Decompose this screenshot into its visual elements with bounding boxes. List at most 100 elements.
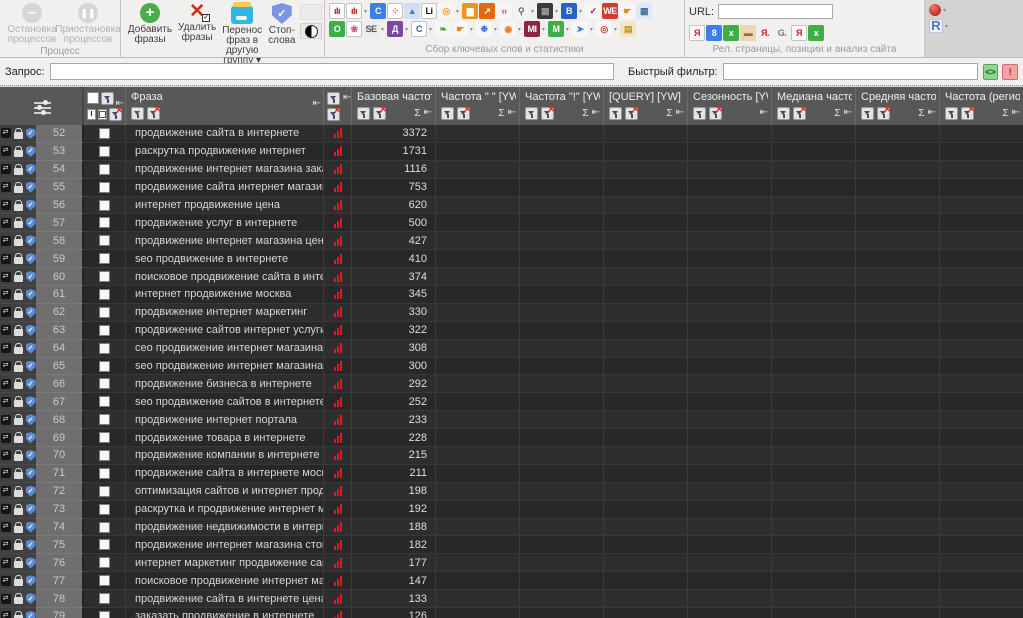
chevron-down-icon[interactable]: ▾ — [468, 26, 475, 33]
lock-icon[interactable] — [13, 288, 23, 300]
search-icon[interactable]: ⚲ ▾ — [513, 3, 536, 19]
trend-cell[interactable] — [324, 464, 352, 483]
yandex-page-icon[interactable]: Я — [689, 25, 705, 41]
shield-icon[interactable]: ✓ — [25, 145, 36, 157]
megaindex-icon[interactable]: M ▾ — [548, 21, 571, 37]
filter-icon[interactable] — [945, 106, 958, 120]
move-row-icon[interactable]: ⇄ — [0, 378, 11, 389]
lock-icon[interactable] — [13, 199, 23, 211]
phrase-cell[interactable]: продвижение сайта в интернете москва — [126, 464, 324, 483]
lock-icon[interactable] — [13, 271, 23, 283]
sum-icon[interactable]: Σ — [666, 108, 672, 119]
shield-icon[interactable]: ✓ — [25, 199, 36, 211]
move-row-icon[interactable]: ⇄ — [0, 271, 11, 282]
code-parser-icon[interactable]: ‹› — [496, 3, 512, 19]
phrase-cell[interactable]: раскрутка продвижение интернет — [126, 142, 324, 161]
phrase-cell[interactable]: поисковое продвижение сайта в интернете — [126, 268, 324, 287]
header-column-частота-yw-[interactable]: Частота "!" [YW] ✕ Σ ⇤ — [520, 87, 604, 125]
chevron-down-icon[interactable]: ▾ — [403, 26, 410, 33]
row-checkbox[interactable] — [99, 127, 110, 139]
shield-icon[interactable]: ✓ — [25, 432, 36, 444]
row-checkbox[interactable] — [99, 235, 110, 247]
shield-icon[interactable]: ✓ — [25, 575, 36, 587]
trend-cell[interactable] — [324, 411, 352, 430]
shield-icon[interactable]: ✓ — [25, 521, 36, 533]
shield-icon[interactable]: ✓ — [25, 181, 36, 193]
lock-icon[interactable] — [13, 432, 23, 444]
header-column-сезонность-yw[interactable]: Сезонность [YW ✕ ⇤ — [688, 87, 772, 125]
alert-filter-button[interactable]: ! — [1002, 63, 1018, 80]
chevron-down-icon[interactable]: ▾ — [492, 26, 499, 33]
phrase-cell[interactable]: продвижение интернет маркетинг — [126, 303, 324, 322]
shield-icon[interactable]: ✓ — [25, 360, 36, 372]
filter-clear-icon[interactable]: ✕ — [147, 104, 161, 120]
move-row-icon[interactable]: ⇄ — [0, 557, 11, 568]
webeffector-icon[interactable]: WE — [602, 3, 618, 19]
trend-cell[interactable] — [324, 339, 352, 358]
lock-icon[interactable] — [13, 324, 23, 336]
google-collect-icon[interactable]: C — [370, 3, 386, 19]
chevron-down-icon[interactable]: ▾ — [454, 8, 461, 15]
trend-cell[interactable] — [324, 286, 352, 304]
move-row-icon[interactable]: ⇄ — [0, 361, 11, 372]
shield-icon[interactable]: ✓ — [25, 467, 36, 479]
shield-icon[interactable]: ✓ — [25, 539, 36, 551]
sum-icon[interactable]: Σ — [918, 108, 924, 119]
phrase-cell[interactable]: сео продвижение интернет магазина — [126, 339, 324, 358]
move-row-icon[interactable]: ⇄ — [0, 307, 11, 318]
phrase-cell[interactable]: интернет продвижение цена — [126, 196, 324, 215]
pause-processes-button[interactable]: ❚❚ Приостановка процессов — [55, 2, 121, 46]
phrase-cell[interactable]: продвижение сайтов интернет услуги — [126, 321, 324, 340]
move-row-icon[interactable]: ⇄ — [0, 235, 11, 246]
header-column-частота-регион[interactable]: Частота (регион ✕ Σ ⇤ — [940, 87, 1023, 125]
query-input[interactable] — [49, 63, 615, 80]
screenshot-icon[interactable]: ▦ ▾ — [537, 3, 560, 19]
move-row-icon[interactable]: ⇄ — [0, 504, 11, 515]
pin-icon[interactable]: ⇤ — [508, 108, 516, 118]
lock-icon[interactable] — [13, 127, 23, 139]
lock-icon[interactable] — [13, 396, 23, 408]
phrase-cell[interactable]: продвижение сайта в интернете — [126, 125, 324, 143]
lock-icon[interactable] — [13, 235, 23, 247]
trend-cell[interactable] — [324, 125, 352, 143]
trend-cell[interactable] — [324, 536, 352, 555]
row-checkbox[interactable] — [99, 485, 110, 497]
add-phrases-button[interactable]: + Добавить фразы — [125, 2, 175, 46]
sum-icon[interactable]: Σ — [498, 108, 504, 119]
trends-chart-icon[interactable]: ↗ — [479, 3, 495, 19]
mi-service-icon[interactable]: MI ▾ — [524, 21, 547, 37]
phrase-cell[interactable]: seo продвижение в интернете — [126, 250, 324, 269]
shield-icon[interactable]: ✓ — [25, 324, 36, 336]
contrast-toggle-button[interactable] — [300, 23, 323, 39]
pin-icon[interactable]: ⇤ — [592, 108, 600, 118]
chevron-down-icon[interactable]: ▾ — [516, 26, 523, 33]
move-row-icon[interactable]: ⇄ — [0, 450, 11, 461]
chevron-down-icon[interactable]: ▾ — [564, 26, 571, 33]
pin-icon[interactable]: ⇤ — [116, 99, 124, 109]
chevron-down-icon[interactable]: ▾ — [540, 26, 547, 33]
phrase-cell[interactable]: seo продвижение интернет магазина — [126, 357, 324, 376]
lock-icon[interactable] — [13, 449, 23, 461]
select-all-checkbox[interactable] — [87, 92, 99, 104]
move-row-icon[interactable]: ⇄ — [0, 414, 11, 425]
lock-icon[interactable] — [13, 163, 23, 175]
row-checkbox[interactable] — [99, 503, 110, 515]
pin-icon[interactable]: ⇤ — [343, 93, 351, 103]
pin-icon[interactable]: ⇤ — [313, 99, 321, 109]
move-row-icon[interactable]: ⇄ — [0, 486, 11, 497]
disabled-small-button[interactable] — [300, 4, 323, 20]
pin-icon[interactable]: ⇤ — [1012, 108, 1020, 118]
filter-icon[interactable] — [777, 106, 790, 120]
phrase-cell[interactable]: оптимизация сайтов и интернет продвижени… — [126, 482, 324, 501]
shield-icon[interactable]: ✓ — [25, 485, 36, 497]
lock-icon[interactable] — [13, 557, 23, 569]
chevron-down-icon[interactable]: ▾ — [362, 8, 369, 15]
lock-icon[interactable] — [13, 181, 23, 193]
move-row-icon[interactable]: ⇄ — [0, 611, 11, 618]
row-checkbox[interactable] — [99, 342, 110, 354]
trend-cell[interactable] — [324, 393, 352, 412]
row-checkbox[interactable] — [99, 396, 110, 408]
delete-phrases-button[interactable]: ✕ ✓ Удалить фразы — [175, 2, 219, 44]
clear-selection-icon[interactable] — [98, 108, 107, 120]
shield-icon[interactable]: ✓ — [25, 127, 36, 139]
